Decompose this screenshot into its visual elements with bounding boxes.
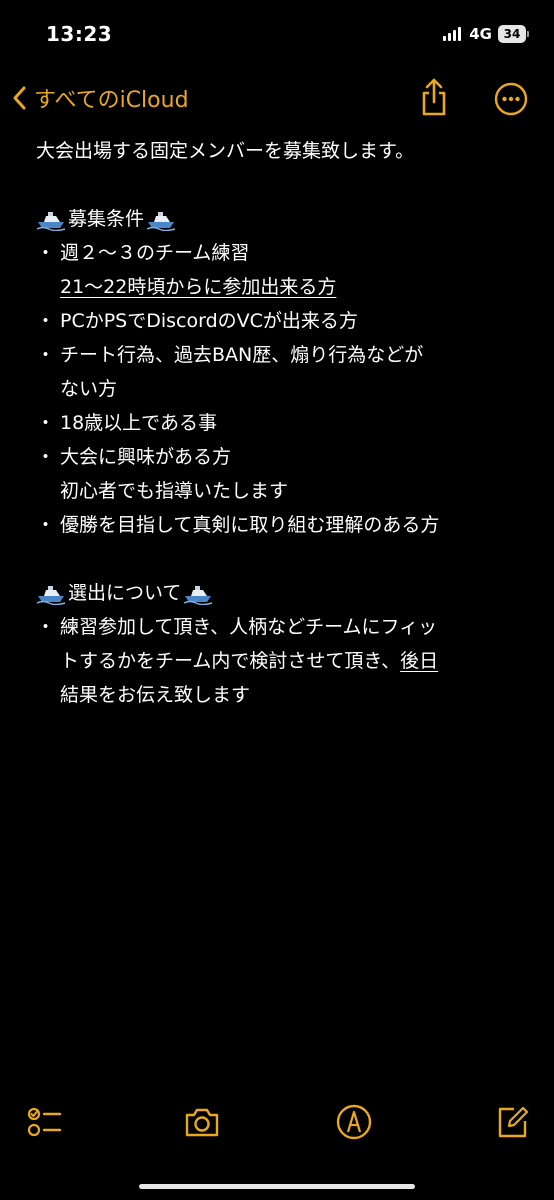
status-bar: 13:23 4G 34 [0, 0, 554, 70]
list-item-text: 大会に興味がある方 [60, 446, 232, 468]
bullet-mark: ・ [36, 412, 56, 434]
checklist-icon [24, 1107, 64, 1146]
list-item-continuation: 21〜22時頃からに参加出来る方 [36, 270, 526, 304]
network-type: 4G [469, 25, 492, 43]
list-item: ・ チート行為、過去BAN歴、煽り行為などが [36, 338, 526, 372]
section-heading-selection: 選出について [36, 576, 526, 610]
list-item: ・ 週２〜３のチーム練習 [36, 236, 526, 270]
bullet-mark: ・ [36, 616, 56, 638]
ellipsis-circle-icon [494, 82, 528, 120]
bullet-mark: ・ [36, 344, 56, 366]
back-label: すべてのiCloud [34, 88, 189, 113]
list-item: ・ 大会に興味がある方 [36, 440, 526, 474]
list-item-text: 優勝を目指して真剣に取り組む理解のある方 [60, 514, 440, 536]
back-button[interactable]: すべてのiCloud [12, 80, 189, 116]
list-item-text: 練習参加して頂き、人柄などチームにフィッ [60, 616, 438, 638]
share-button[interactable] [416, 76, 452, 118]
status-indicators: 4G 34 [443, 22, 529, 46]
note-body[interactable]: 大会出場する固定メンバーを募集致します。 募集条件 ・ 週２〜３のチーム練習 2… [36, 134, 526, 712]
list-item-continuation: ない方 [60, 378, 118, 400]
list-item: ・ 優勝を目指して真剣に取り組む理解のある方 [36, 508, 526, 542]
boat-icon [36, 581, 66, 606]
bullet-mark: ・ [36, 310, 56, 332]
section-heading-recruitment: 募集条件 [36, 202, 526, 236]
battery-level: 34 [503, 27, 521, 41]
cellular-signal-icon [443, 27, 462, 41]
bullet-mark: ・ [36, 242, 56, 264]
note-title: 大会出場する固定メンバーを募集致します。 [36, 140, 415, 162]
camera-icon [182, 1108, 222, 1146]
list-item: ・ 18歳以上である事 [36, 406, 526, 440]
list-item: ・ PCかPSでDiscordのVCが出来る方 [36, 304, 526, 338]
list-item-text: 18歳以上である事 [60, 412, 217, 434]
bottom-toolbar [0, 1098, 554, 1148]
list-item-text: PCかPSでDiscordのVCが出来る方 [60, 310, 358, 332]
battery-icon: 34 [498, 25, 529, 43]
list-item-continuation: トするかをチーム内で検討させて頂き、後日 [36, 644, 526, 678]
heading-text: 選出について [68, 582, 182, 604]
share-icon [416, 78, 452, 122]
chevron-left-icon [12, 85, 28, 111]
compose-button[interactable] [492, 1102, 532, 1142]
navigation-bar: すべてのiCloud [0, 74, 554, 124]
underlined-text: 後日 [400, 650, 439, 672]
list-item-continuation: 結果をお伝え致します [60, 684, 251, 706]
status-time: 13:23 [46, 22, 113, 46]
boat-icon [146, 207, 176, 232]
list-item-continuation: 初心者でも指導いたします [60, 480, 289, 502]
home-indicator[interactable] [139, 1184, 415, 1189]
markup-icon [334, 1104, 374, 1146]
boat-icon [36, 207, 66, 232]
list-item-text: 週２〜３のチーム練習 [60, 242, 250, 264]
compose-icon [492, 1106, 532, 1146]
markup-button[interactable] [334, 1102, 374, 1142]
list-item-text: チート行為、過去BAN歴、煽り行為などが [60, 344, 424, 366]
camera-button[interactable] [182, 1102, 222, 1142]
checklist-button[interactable] [24, 1102, 64, 1142]
underlined-text: 21〜22時頃からに参加出来る方 [60, 276, 337, 298]
list-item-text: トするかをチーム内で検討させて頂き、 [60, 650, 401, 672]
boat-icon [183, 581, 213, 606]
list-item: ・ 練習参加して頂き、人柄などチームにフィッ [36, 610, 526, 644]
more-options-button[interactable] [494, 82, 528, 116]
bullet-mark: ・ [36, 446, 56, 468]
heading-text: 募集条件 [68, 208, 145, 230]
bullet-mark: ・ [36, 514, 56, 536]
